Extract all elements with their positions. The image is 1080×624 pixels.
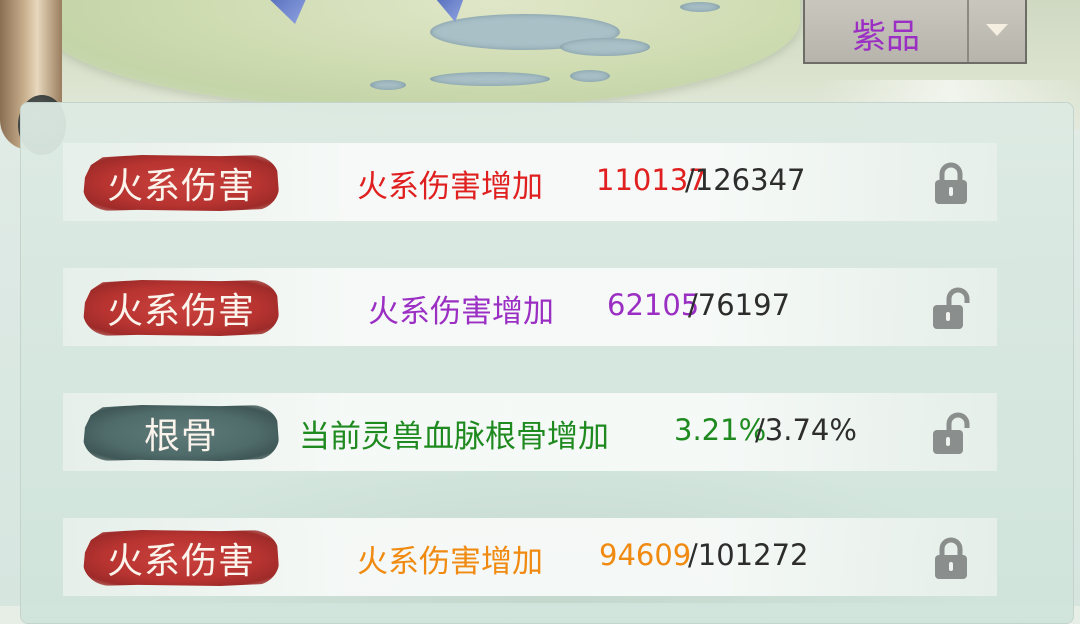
attribute-row: 火系伤害 火系伤害增加 94609 /101272 — [63, 518, 997, 596]
attribute-desc: 火系伤害增加 — [357, 544, 543, 580]
attribute-tag: 根骨 — [83, 405, 279, 461]
lake-shape — [680, 2, 720, 12]
attribute-tag: 火系伤害 — [83, 155, 279, 211]
attribute-max: /101272 — [688, 538, 809, 572]
lock-icon[interactable] — [931, 161, 971, 205]
quality-value: 紫品 — [852, 16, 920, 57]
attribute-row: 火系伤害 火系伤害增加 110137 /126347 — [63, 143, 997, 221]
unlock-icon[interactable] — [931, 286, 971, 330]
attribute-row: 火系伤害 火系伤害增加 62105 /76197 — [63, 268, 997, 346]
lock-icon[interactable] — [931, 536, 971, 580]
attribute-tag: 火系伤害 — [83, 280, 279, 336]
chevron-down-icon — [967, 0, 1025, 62]
lake-shape — [430, 72, 550, 86]
lake-shape — [570, 70, 610, 82]
attribute-current: 3.21% — [674, 413, 767, 447]
attribute-max: /3.74% — [755, 413, 857, 447]
attribute-max: /76197 — [688, 288, 791, 322]
lake-shape — [370, 80, 406, 90]
attribute-desc: 当前灵兽血脉根骨增加 — [299, 419, 609, 455]
attribute-desc: 火系伤害增加 — [357, 169, 543, 205]
unlock-icon[interactable] — [931, 411, 971, 455]
attribute-row: 根骨 当前灵兽血脉根骨增加 3.21% /3.74% — [63, 393, 997, 471]
attribute-panel: 火系伤害 火系伤害增加 110137 /126347 火系伤害 火系伤害增加 6… — [20, 102, 1074, 624]
lake-shape — [560, 38, 650, 56]
map-paper — [40, 0, 800, 110]
quality-dropdown[interactable]: 紫品 — [803, 0, 1027, 64]
attribute-current: 62105 — [607, 288, 700, 322]
attribute-tag: 火系伤害 — [83, 530, 279, 586]
attribute-desc: 火系伤害增加 — [368, 294, 554, 330]
attribute-max: /126347 — [685, 163, 806, 197]
attribute-current: 94609 — [599, 538, 692, 572]
